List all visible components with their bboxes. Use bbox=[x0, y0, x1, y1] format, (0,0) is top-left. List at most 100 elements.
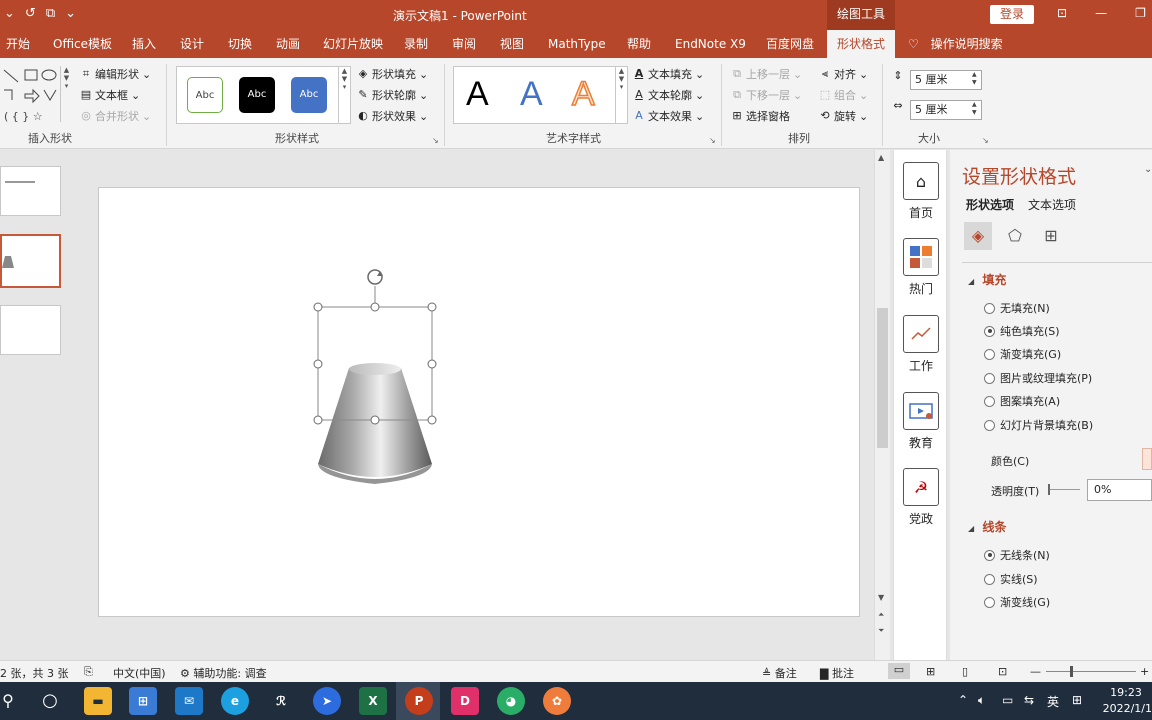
next-slide-icon[interactable]: ⏷ bbox=[878, 626, 884, 636]
zoom-in-icon[interactable]: + bbox=[1140, 665, 1149, 678]
tab-insert[interactable]: 插入 bbox=[132, 30, 156, 58]
accessibility-checker[interactable]: ⚙ 辅助功能: 调查 bbox=[180, 665, 267, 681]
tab-animations[interactable]: 动画 bbox=[276, 30, 300, 58]
fill-option-gradient[interactable]: 渐变填充(G) bbox=[984, 346, 1061, 362]
dialog-launcher-icon[interactable]: ↘ bbox=[709, 136, 716, 145]
fill-option-solid[interactable]: 纯色填充(S) bbox=[984, 323, 1060, 339]
merge-shape-button[interactable]: ◎ 合并形状 ⌄ bbox=[80, 108, 151, 124]
tab-shape-format[interactable]: 形状格式 bbox=[827, 30, 896, 58]
bring-forward-button[interactable]: ⧉ 上移一层 ⌄ bbox=[731, 66, 802, 82]
powerpoint-icon[interactable]: P bbox=[405, 687, 433, 715]
slide-canvas[interactable] bbox=[98, 187, 860, 617]
scroll-down-icon[interactable]: ▼ bbox=[878, 593, 884, 602]
zoom-slider-track[interactable] bbox=[1046, 671, 1136, 672]
shape-effect-button[interactable]: ◐ 形状效果 ⌄ bbox=[357, 108, 428, 124]
style-gallery-scroll[interactable]: ▲ ▼ ▾ bbox=[338, 67, 350, 123]
microsoft-store-icon[interactable]: ⊞ bbox=[129, 687, 157, 715]
color-picker-button[interactable] bbox=[1142, 448, 1152, 470]
wechat-icon[interactable]: ◕ bbox=[497, 687, 525, 715]
spelling-icon[interactable]: ⎘ bbox=[84, 665, 93, 679]
effects-pentagon-icon[interactable]: ⬠ bbox=[1001, 222, 1029, 250]
addin-home[interactable]: ⌂ 首页 bbox=[894, 162, 948, 221]
line-section-header[interactable]: ◢ 线条 bbox=[968, 518, 1006, 535]
tab-shape-options[interactable]: 形状选项 bbox=[966, 196, 1014, 213]
transparency-slider-thumb[interactable] bbox=[1048, 484, 1050, 495]
redo-icon[interactable]: ↺ bbox=[25, 6, 36, 21]
comments-button[interactable]: ▇ 批注 bbox=[820, 665, 854, 681]
tab-office-templates[interactable]: Office模板 bbox=[53, 30, 112, 58]
text-outline-button[interactable]: A 文本轮廓 ⌄ bbox=[633, 87, 704, 103]
customize-toolbar-icon[interactable]: ⌄ bbox=[65, 6, 76, 21]
tab-record[interactable]: 录制 bbox=[404, 30, 428, 58]
tab-text-options[interactable]: 文本选项 bbox=[1028, 196, 1076, 213]
text-effect-button[interactable]: A 文本效果 ⌄ bbox=[633, 108, 704, 124]
tab-mathtype[interactable]: MathType bbox=[548, 30, 606, 58]
width-spinner[interactable]: ▲ ▼ bbox=[972, 101, 977, 117]
fill-section-header[interactable]: ◢ 填充 bbox=[968, 271, 1006, 288]
shape-gallery-scroll[interactable]: ▲ ▼ ▾ bbox=[60, 66, 72, 122]
tab-help[interactable]: 帮助 bbox=[627, 30, 651, 58]
shape-outline-button[interactable]: ✎ 形状轮廓 ⌄ bbox=[357, 87, 428, 103]
edge-browser-icon[interactable]: e bbox=[221, 687, 249, 715]
tab-view[interactable]: 视图 bbox=[500, 30, 524, 58]
wordart-black[interactable]: A bbox=[466, 75, 489, 114]
sync-icon[interactable]: ⇆ bbox=[1024, 693, 1034, 707]
drawing-app-icon[interactable]: ✿ bbox=[543, 687, 571, 715]
pdf-app-icon[interactable]: D bbox=[451, 687, 479, 715]
previous-slide-icon[interactable]: ⏶ bbox=[878, 610, 884, 620]
fill-option-pattern[interactable]: 图案填充(A) bbox=[984, 393, 1060, 409]
transparency-input[interactable]: 0% bbox=[1087, 479, 1152, 501]
input-grid-icon[interactable]: ⊞ bbox=[1072, 693, 1082, 707]
line-option-gradient[interactable]: 渐变线(G) bbox=[984, 594, 1050, 610]
feishu-app-icon[interactable]: ➤ bbox=[313, 687, 341, 715]
slide-thumbnail-1[interactable] bbox=[0, 166, 61, 216]
align-button[interactable]: ⫷ 对齐 ⌄ bbox=[819, 66, 868, 82]
task-view-icon[interactable]: ○ bbox=[36, 687, 64, 715]
slideshow-from-start-icon[interactable]: ⧉ bbox=[46, 6, 55, 21]
reading-view-icon[interactable]: ▯ bbox=[962, 665, 968, 678]
language-indicator[interactable]: 中文(中国) bbox=[113, 665, 166, 681]
height-spinner[interactable]: ▲ ▼ bbox=[972, 71, 977, 87]
tab-transitions[interactable]: 切换 bbox=[228, 30, 252, 58]
chevron-down-icon[interactable]: ⌄ bbox=[1144, 164, 1152, 175]
shape-fill-button[interactable]: ◈ 形状填充 ⌄ bbox=[357, 66, 428, 82]
slide-sorter-icon[interactable]: ⊞ bbox=[926, 665, 935, 678]
style-swatch-outline[interactable]: Abc bbox=[187, 77, 223, 113]
zoom-out-icon[interactable]: — bbox=[1030, 665, 1041, 678]
minimize-icon[interactable]: — bbox=[1095, 6, 1107, 20]
cone-shape[interactable] bbox=[99, 188, 861, 618]
tab-slideshow[interactable]: 幻灯片放映 bbox=[323, 30, 383, 58]
search-icon[interactable]: ⚲ bbox=[0, 687, 22, 715]
line-option-none[interactable]: 无线条(N) bbox=[984, 547, 1050, 563]
tab-endnote[interactable]: EndNote X9 bbox=[675, 30, 746, 58]
wordart-blue[interactable]: A bbox=[520, 75, 543, 114]
signature-app-icon[interactable]: ℛ bbox=[267, 687, 295, 715]
tab-review[interactable]: 审阅 bbox=[452, 30, 476, 58]
scroll-up-icon[interactable]: ▲ bbox=[878, 153, 884, 162]
addin-work[interactable]: 工作 bbox=[894, 315, 948, 374]
tab-home[interactable]: 开始 bbox=[6, 30, 30, 58]
excel-icon[interactable]: X bbox=[359, 687, 387, 715]
chevron-down-icon[interactable]: ⌄ bbox=[4, 6, 15, 21]
system-clock[interactable]: 19:23 2022/1/1 bbox=[1100, 685, 1152, 717]
style-swatch-black[interactable]: Abc bbox=[239, 77, 275, 113]
wordart-orange[interactable]: A bbox=[571, 74, 595, 114]
dialog-launcher-icon[interactable]: ↘ bbox=[982, 136, 989, 145]
style-swatch-blue[interactable]: Abc bbox=[291, 77, 327, 113]
fill-option-slide-background[interactable]: 幻灯片背景填充(B) bbox=[984, 417, 1093, 433]
maximize-icon[interactable]: ❐ bbox=[1135, 6, 1146, 20]
addin-party[interactable]: ☭ 党政 bbox=[894, 468, 948, 527]
mail-icon[interactable]: ✉ bbox=[175, 687, 203, 715]
text-fill-button[interactable]: A 文本填充 ⌄ bbox=[633, 66, 704, 82]
addin-hot[interactable]: 热门 bbox=[894, 238, 948, 297]
dialog-launcher-icon[interactable]: ↘ bbox=[432, 136, 439, 145]
slide-thumbnail-3[interactable] bbox=[0, 305, 61, 355]
selection-pane-button[interactable]: ⊞ 选择窗格 bbox=[731, 108, 790, 124]
normal-view-icon[interactable]: ▭ bbox=[888, 663, 910, 679]
fill-option-picture[interactable]: 图片或纹理填充(P) bbox=[984, 370, 1092, 386]
tab-baidu-netdisk[interactable]: 百度网盘 bbox=[766, 30, 814, 58]
ribbon-display-icon[interactable]: ⊡ bbox=[1057, 6, 1067, 20]
slideshow-view-icon[interactable]: ⊡ bbox=[998, 665, 1007, 678]
login-button[interactable]: 登录 bbox=[990, 5, 1034, 24]
volume-icon[interactable]: 🔈︎ bbox=[978, 693, 985, 708]
